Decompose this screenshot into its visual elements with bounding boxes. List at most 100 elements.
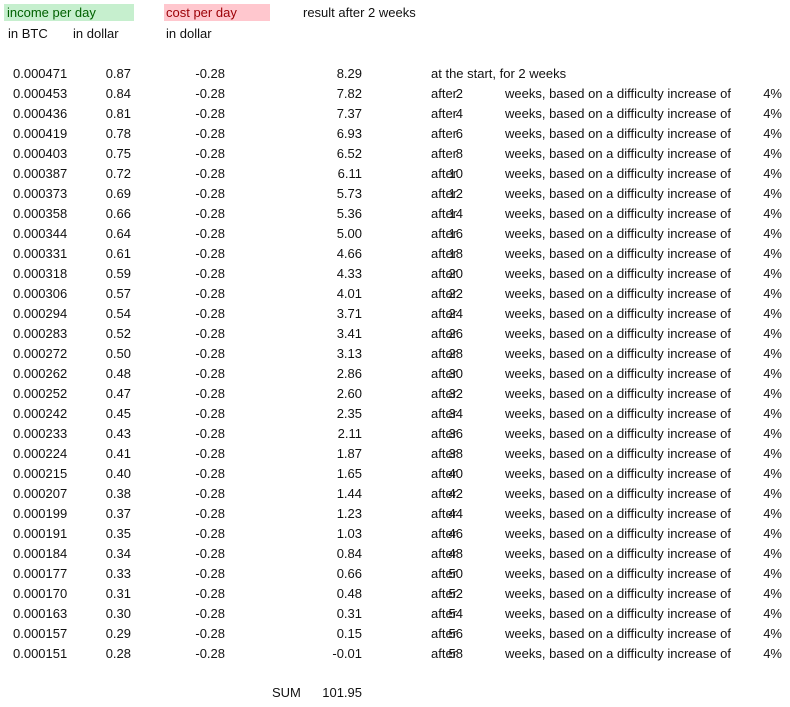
table-row: 0.000170 0.31 -0.28 0.48 after 52 weeks, based… [0, 584, 790, 604]
income-dollar-cell: 0.59 [105, 266, 131, 281]
difficulty-percent: 4% [763, 126, 782, 141]
difficulty-note: weeks, based on a difficulty increase of [505, 346, 731, 361]
income-dollar-unit-label: in dollar [73, 26, 119, 41]
after-label: after [431, 126, 458, 141]
cost-dollar-cell: -0.28 [195, 206, 225, 221]
difficulty-note: weeks, based on a difficulty increase of [505, 526, 731, 541]
table-row: 0.000262 0.48 -0.28 2.86 after 30 weeks, based… [0, 364, 790, 384]
result-cell: 6.52 [336, 146, 362, 161]
table-row: 0.000387 0.72 -0.28 6.11 after 10 weeks, based… [0, 164, 790, 184]
difficulty-percent: 4% [763, 446, 782, 461]
income-dollar-cell: 0.28 [105, 646, 131, 661]
cost-dollar-cell: -0.28 [195, 446, 225, 461]
income-btc-cell: 0.000387 [13, 166, 68, 181]
cost-dollar-cell: -0.28 [195, 226, 225, 241]
income-btc-cell: 0.000436 [13, 106, 68, 121]
difficulty-percent: 4% [763, 286, 782, 301]
income-dollar-cell: 0.40 [105, 466, 131, 481]
weeks-cell: 42 [448, 486, 463, 501]
difficulty-percent: 4% [763, 206, 782, 221]
weeks-cell: 26 [448, 326, 463, 341]
table-row: 0.000207 0.38 -0.28 1.44 after 42 weeks, based… [0, 484, 790, 504]
difficulty-note: weeks, based on a difficulty increase of [505, 646, 731, 661]
result-cell: 6.93 [336, 126, 362, 141]
income-btc-cell: 0.000453 [13, 86, 68, 101]
cost-dollar-cell: -0.28 [195, 526, 225, 541]
difficulty-percent: 4% [763, 166, 782, 181]
income-dollar-cell: 0.69 [105, 186, 131, 201]
table-row: 0.000184 0.34 -0.28 0.84 after 48 weeks, based… [0, 544, 790, 564]
result-cell: 0.84 [336, 546, 362, 561]
table-row: 0.000306 0.57 -0.28 4.01 after 22 weeks, based… [0, 284, 790, 304]
income-dollar-cell: 0.35 [105, 526, 131, 541]
income-dollar-cell: 0.54 [105, 306, 131, 321]
sum-label: SUM [272, 685, 301, 700]
result-cell: 1.03 [336, 526, 362, 541]
table-row: 0.000233 0.43 -0.28 2.11 after 36 weeks, based… [0, 424, 790, 444]
cost-dollar-cell: -0.28 [195, 246, 225, 261]
difficulty-note: weeks, based on a difficulty increase of [505, 546, 731, 561]
income-btc-cell: 0.000331 [13, 246, 68, 261]
income-btc-cell: 0.000252 [13, 386, 68, 401]
difficulty-note: weeks, based on a difficulty increase of [505, 466, 731, 481]
income-btc-cell: 0.000471 [13, 66, 68, 81]
result-cell: 3.71 [336, 306, 362, 321]
income-dollar-cell: 0.31 [105, 586, 131, 601]
cost-dollar-cell: -0.28 [195, 86, 225, 101]
income-dollar-cell: 0.78 [105, 126, 131, 141]
weeks-cell: 54 [448, 606, 463, 621]
income-btc-cell: 0.000233 [13, 426, 68, 441]
difficulty-percent: 4% [763, 306, 782, 321]
result-cell: 0.31 [336, 606, 362, 621]
difficulty-note: weeks, based on a difficulty increase of [505, 426, 731, 441]
cost-dollar-cell: -0.28 [195, 466, 225, 481]
income-dollar-cell: 0.72 [105, 166, 131, 181]
income-btc-cell: 0.000224 [13, 446, 68, 461]
difficulty-percent: 4% [763, 646, 782, 661]
income-btc-cell: 0.000318 [13, 266, 68, 281]
weeks-cell: 2 [455, 86, 463, 101]
table-row: 0.000403 0.75 -0.28 6.52 after 8 weeks, based … [0, 144, 790, 164]
result-header: result after 2 weeks [303, 5, 416, 20]
table-row: 0.000436 0.81 -0.28 7.37 after 4 weeks, based … [0, 104, 790, 124]
cost-dollar-cell: -0.28 [195, 306, 225, 321]
weeks-cell: 52 [448, 586, 463, 601]
result-cell: 5.36 [336, 206, 362, 221]
weeks-cell: 40 [448, 466, 463, 481]
table-row: 0.000331 0.61 -0.28 4.66 after 18 weeks, based… [0, 244, 790, 264]
difficulty-percent: 4% [763, 426, 782, 441]
difficulty-note: weeks, based on a difficulty increase of [505, 446, 731, 461]
difficulty-percent: 4% [763, 406, 782, 421]
cost-dollar-cell: -0.28 [195, 406, 225, 421]
difficulty-percent: 4% [763, 226, 782, 241]
income-dollar-cell: 0.47 [105, 386, 131, 401]
cost-dollar-cell: -0.28 [195, 586, 225, 601]
income-dollar-cell: 0.45 [105, 406, 131, 421]
income-dollar-cell: 0.81 [105, 106, 131, 121]
cost-dollar-cell: -0.28 [195, 386, 225, 401]
table-row: 0.000283 0.52 -0.28 3.41 after 26 weeks, based… [0, 324, 790, 344]
result-cell: 6.11 [337, 166, 362, 181]
difficulty-note: weeks, based on a difficulty increase of [505, 126, 731, 141]
cost-dollar-cell: -0.28 [195, 326, 225, 341]
income-dollar-cell: 0.75 [105, 146, 131, 161]
income-btc-cell: 0.000344 [13, 226, 68, 241]
difficulty-note: weeks, based on a difficulty increase of [505, 626, 731, 641]
result-cell: 3.13 [336, 346, 362, 361]
income-dollar-cell: 0.30 [105, 606, 131, 621]
income-btc-cell: 0.000262 [13, 366, 68, 381]
income-dollar-cell: 0.29 [105, 626, 131, 641]
result-cell: 4.01 [336, 286, 362, 301]
table-row: 0.000358 0.66 -0.28 5.36 after 14 weeks, based… [0, 204, 790, 224]
income-dollar-cell: 0.64 [105, 226, 131, 241]
weeks-cell: 14 [448, 206, 463, 221]
table-row: 0.000151 0.28 -0.28 -0.01 after 58 weeks, base… [0, 644, 790, 664]
cost-dollar-cell: -0.28 [195, 126, 225, 141]
income-btc-cell: 0.000294 [13, 306, 68, 321]
income-dollar-cell: 0.66 [105, 206, 131, 221]
table-row: 0.000199 0.37 -0.28 1.23 after 44 weeks, based… [0, 504, 790, 524]
after-label: after [431, 86, 458, 101]
difficulty-percent: 4% [763, 186, 782, 201]
difficulty-note: weeks, based on a difficulty increase of [505, 586, 731, 601]
difficulty-note: weeks, based on a difficulty increase of [505, 186, 731, 201]
